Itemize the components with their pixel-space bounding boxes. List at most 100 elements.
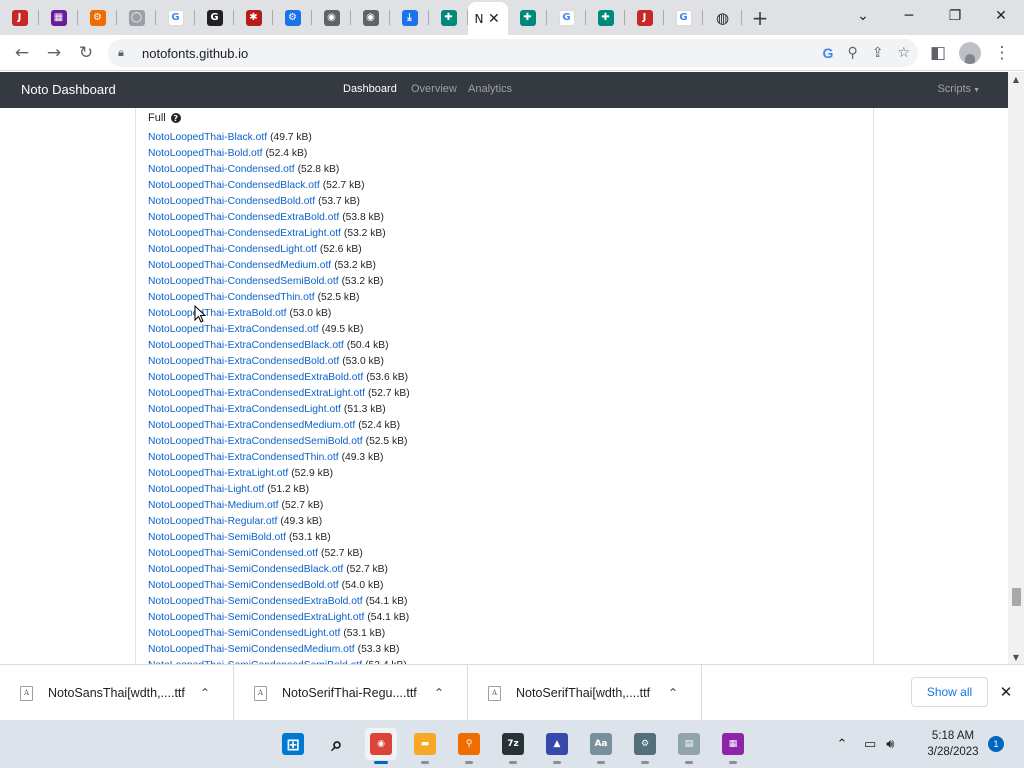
browser-tab[interactable]: G	[156, 0, 195, 35]
download-item[interactable]: A NotoSerifThai[wdth,....ttf ⌃	[468, 665, 702, 721]
profile-button[interactable]	[954, 37, 986, 69]
reload-button[interactable]: ↻	[70, 37, 102, 69]
scroll-up-icon[interactable]: ▲	[1008, 72, 1024, 86]
font-file-link[interactable]: NotoLoopedThai-ExtraCondensedLight.otf	[148, 404, 341, 415]
nav-overview[interactable]: Overview	[411, 83, 457, 95]
browser-tab[interactable]: ✱	[234, 0, 273, 35]
font-file-link[interactable]: NotoLoopedThai-ExtraCondensedExtraBold.o…	[148, 372, 363, 383]
share-icon[interactable]: ⇪	[872, 45, 884, 61]
taskbar-app[interactable]: ⚲	[453, 728, 485, 764]
font-file-link[interactable]: NotoLoopedThai-ExtraCondensed.otf	[148, 324, 319, 335]
font-file-link[interactable]: NotoLoopedThai-SemiBold.otf	[148, 532, 286, 543]
browser-tab[interactable]: ◉	[351, 0, 390, 35]
browser-tab[interactable]: G	[547, 0, 586, 35]
network-icon[interactable]: ▭	[864, 737, 876, 752]
font-file-link[interactable]: NotoLoopedThai-ExtraCondensedBold.otf	[148, 356, 339, 367]
help-icon[interactable]: ?	[170, 113, 181, 123]
new-tab-button[interactable]: +	[742, 0, 778, 35]
side-panel-icon[interactable]: ◧	[922, 37, 954, 69]
menu-kebab-icon[interactable]: ⋮	[986, 37, 1018, 69]
scroll-down-icon[interactable]: ▼	[1008, 650, 1024, 664]
bookmark-star-icon[interactable]: ☆	[897, 45, 910, 61]
taskbar-clock[interactable]: 5:18 AM 3/28/2023	[918, 728, 988, 760]
browser-tab[interactable]: ▦	[39, 0, 78, 35]
show-all-button[interactable]: Show all	[911, 677, 988, 707]
browser-tab[interactable]: G	[664, 0, 703, 35]
browser-tab[interactable]: ◯	[117, 0, 156, 35]
scripts-dropdown[interactable]: Scripts ▼	[937, 83, 980, 95]
browser-tab[interactable]: ◉	[312, 0, 351, 35]
taskbar-app[interactable]: ⌕	[321, 728, 353, 760]
google-lens-icon[interactable]: G	[823, 45, 834, 61]
taskbar-app[interactable]: 7z	[497, 728, 529, 764]
lock-icon[interactable]: 🔒︎	[118, 46, 130, 60]
tab-active[interactable]: N ✕	[468, 2, 508, 35]
volume-icon[interactable]: 🔊︎	[886, 737, 894, 752]
font-file-link[interactable]: NotoLoopedThai-Medium.otf	[148, 500, 279, 511]
chevron-up-icon[interactable]: ⌃	[668, 686, 686, 700]
back-button[interactable]: ←	[6, 37, 38, 69]
font-file-link[interactable]: NotoLoopedThai-CondensedThin.otf	[148, 292, 315, 303]
font-file-link[interactable]: NotoLoopedThai-Condensed.otf	[148, 164, 295, 175]
font-file-link[interactable]: NotoLoopedThai-ExtraBold.otf	[148, 308, 287, 319]
download-item[interactable]: A NotoSerifThai-Regu....ttf ⌃	[234, 665, 468, 721]
url-text[interactable]: notofonts.github.io	[142, 46, 248, 61]
close-window-button[interactable]: ✕	[978, 0, 1024, 32]
font-file-link[interactable]: NotoLoopedThai-SemiCondensedLight.otf	[148, 628, 340, 639]
browser-tab[interactable]: ✚	[429, 0, 468, 35]
font-file-link[interactable]: NotoLoopedThai-SemiCondensedMedium.otf	[148, 644, 355, 655]
browser-tab[interactable]: ◍	[703, 0, 742, 35]
browser-tab[interactable]: ✚	[586, 0, 625, 35]
taskbar-app[interactable]: ◉	[365, 728, 397, 764]
font-file-link[interactable]: NotoLoopedThai-CondensedSemiBold.otf	[148, 276, 339, 287]
taskbar-app[interactable]: ▦	[717, 728, 749, 764]
font-file-link[interactable]: NotoLoopedThai-SemiCondensedExtraLight.o…	[148, 612, 364, 623]
scrollbar-thumb[interactable]	[1012, 588, 1021, 606]
notification-badge[interactable]: 1	[988, 736, 1004, 752]
font-file-link[interactable]: NotoLoopedThai-SemiCondensedBold.otf	[148, 580, 339, 591]
font-file-link[interactable]: NotoLoopedThai-SemiCondensedExtraBold.ot…	[148, 596, 363, 607]
close-tab-icon[interactable]: ✕	[488, 11, 500, 27]
font-file-link[interactable]: NotoLoopedThai-SemiCondensed.otf	[148, 548, 318, 559]
forward-button[interactable]: →	[38, 37, 70, 69]
font-file-link[interactable]: NotoLoopedThai-ExtraCondensedMedium.otf	[148, 420, 355, 431]
font-file-link[interactable]: NotoLoopedThai-ExtraCondensedBlack.otf	[148, 340, 344, 351]
taskbar-app[interactable]: Aa	[585, 728, 617, 764]
browser-tab[interactable]: ⤓	[390, 0, 429, 35]
font-file-link[interactable]: NotoLoopedThai-CondensedExtraBold.otf	[148, 212, 339, 223]
font-file-link[interactable]: NotoLoopedThai-CondensedLight.otf	[148, 244, 317, 255]
taskbar-app[interactable]: ▤	[673, 728, 705, 764]
browser-tab[interactable]: J	[0, 0, 39, 35]
browser-tab[interactable]: ✚	[508, 0, 547, 35]
font-file-link[interactable]: NotoLoopedThai-ExtraCondensedExtraLight.…	[148, 388, 365, 399]
tab-search-icon[interactable]: ⌄	[840, 0, 886, 32]
font-file-link[interactable]: NotoLoopedThai-ExtraCondensedSemiBold.ot…	[148, 436, 363, 447]
download-item[interactable]: A NotoSansThai[wdth,....ttf ⌃	[0, 665, 234, 721]
minimize-button[interactable]: ─	[886, 0, 932, 32]
chevron-up-icon[interactable]: ⌃	[200, 686, 218, 700]
font-file-link[interactable]: NotoLoopedThai-ExtraLight.otf	[148, 468, 288, 479]
chevron-up-icon[interactable]: ⌃	[434, 686, 452, 700]
nav-dashboard[interactable]: Dashboard	[343, 83, 397, 95]
font-file-link[interactable]: NotoLoopedThai-Light.otf	[148, 484, 264, 495]
browser-tab[interactable]: ⚙	[273, 0, 312, 35]
nav-analytics[interactable]: Analytics	[468, 83, 512, 95]
font-file-link[interactable]: NotoLoopedThai-SemiCondensedBlack.otf	[148, 564, 343, 575]
font-file-link[interactable]: NotoLoopedThai-ExtraCondensedThin.otf	[148, 452, 339, 463]
font-file-link[interactable]: NotoLoopedThai-Bold.otf	[148, 148, 263, 159]
font-file-link[interactable]: NotoLoopedThai-CondensedBold.otf	[148, 196, 315, 207]
font-file-link[interactable]: NotoLoopedThai-CondensedExtraLight.otf	[148, 228, 341, 239]
close-download-bar-icon[interactable]: ✕	[996, 682, 1016, 702]
taskbar-app[interactable]: ⚙	[629, 728, 661, 764]
browser-tab[interactable]: J	[625, 0, 664, 35]
font-file-link[interactable]: NotoLoopedThai-CondensedMedium.otf	[148, 260, 331, 271]
zoom-icon[interactable]: ⚲	[847, 45, 857, 61]
restore-button[interactable]: ❐	[932, 0, 978, 32]
taskbar-app[interactable]: ⊞	[277, 728, 309, 760]
browser-tab[interactable]: ⚙	[78, 0, 117, 35]
font-file-link[interactable]: NotoLoopedThai-Black.otf	[148, 132, 267, 143]
browser-tab[interactable]: G	[195, 0, 234, 35]
site-brand[interactable]: Noto Dashboard	[21, 82, 116, 97]
font-file-link[interactable]: NotoLoopedThai-CondensedBlack.otf	[148, 180, 320, 191]
font-file-link[interactable]: NotoLoopedThai-Regular.otf	[148, 516, 277, 527]
